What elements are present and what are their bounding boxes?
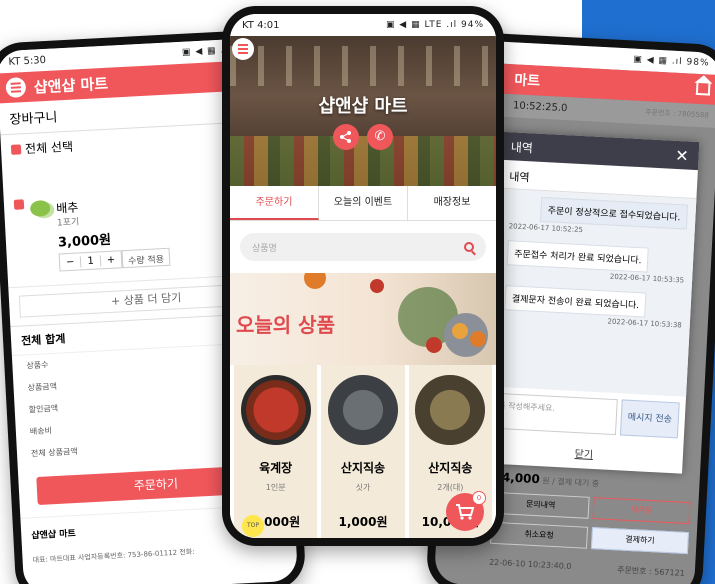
- product-card[interactable]: 육계장 1인분 7,000원 TOP: [234, 365, 318, 538]
- fruit-decoration: [304, 273, 326, 289]
- item-unit: 1포기: [56, 217, 80, 229]
- message-item: 결제문자 전송이 완료 되었습니다. 2022-06-17 10:53:38: [500, 285, 684, 329]
- status-carrier-time: KT 5:30: [8, 54, 47, 68]
- tab-order[interactable]: 주문하기: [230, 186, 319, 220]
- footer-business-info: 대표: 마트대표 사업자등록번호: 753-86-01112 전화:: [32, 547, 195, 565]
- product-option: 1인분: [265, 483, 286, 492]
- cancel-request-button[interactable]: 취소요청: [490, 521, 589, 549]
- app-title: 샵앤샵 마트: [33, 74, 109, 97]
- order-number: 주문번호 : 567121: [616, 565, 686, 578]
- close-icon[interactable]: ✕: [675, 145, 689, 165]
- product-name: 산지직송: [428, 461, 473, 475]
- product-card[interactable]: 산지직송 2개(대) 10,000원 0: [408, 365, 492, 538]
- cart-icon: [455, 504, 475, 520]
- product-option: 싯가: [355, 483, 371, 492]
- order-number: 주문번호 : 7805588: [644, 108, 709, 120]
- order-date: 22-06-10 10:23:40.0: [488, 557, 572, 571]
- order-status: 원 / 결제 대기 중: [539, 476, 600, 489]
- banner-title: 오늘의 상품: [236, 313, 335, 337]
- fruit-decoration: [370, 279, 384, 293]
- product-list: 육계장 1인분 7,000원 TOP 산지직송 싯가 1,000원 산지직송 2…: [230, 365, 496, 538]
- status-icons: ▣ ◀ ▦ .ıl 98%: [633, 54, 710, 69]
- search-icon[interactable]: [464, 242, 474, 252]
- qty-plus-button[interactable]: +: [101, 254, 122, 266]
- fruit-decoration: [452, 323, 468, 339]
- cabbage-icon: [29, 199, 51, 217]
- hero-actions: ✆: [230, 124, 496, 150]
- reorder-button[interactable]: 재주문: [592, 497, 691, 525]
- select-all-label: 전체 선택: [24, 139, 74, 157]
- order-time: 10:52:25.0: [512, 100, 568, 115]
- menu-icon[interactable]: [5, 77, 27, 99]
- today-products-banner: 오늘의 상품: [230, 273, 496, 365]
- tab-store-info[interactable]: 매장정보: [408, 186, 496, 220]
- status-carrier-time: KT 4:01: [242, 19, 280, 31]
- product-image: [240, 375, 311, 445]
- fruit-decoration: [470, 331, 486, 347]
- phone-icon[interactable]: ✆: [367, 124, 393, 150]
- status-bar: KT 4:01 ▣ ◀ ▦ LTE .ıl 94%: [230, 14, 496, 36]
- message-list: 주문이 정상적으로 접수되었습니다. 2022-06-17 10:52:25 주…: [488, 188, 697, 397]
- pay-button[interactable]: 결제하기: [590, 527, 689, 555]
- product-price: 1,000원: [338, 515, 388, 529]
- item-price: 3,000원: [57, 232, 112, 251]
- product-image: [415, 375, 486, 445]
- store-title: 샵앤샵 마트: [318, 96, 408, 117]
- item-checkbox[interactable]: [13, 199, 25, 210]
- tab-events[interactable]: 오늘의 이벤트: [319, 186, 408, 220]
- message-item: 주문이 정상적으로 접수되었습니다. 2022-06-17 10:52:25: [505, 195, 689, 239]
- scroll-top-button[interactable]: TOP: [242, 515, 264, 537]
- status-icons: ▣ ◀ ▦ LTE .ıl 94%: [385, 20, 484, 30]
- app-title: 마트: [513, 72, 541, 90]
- qty-value[interactable]: 1: [80, 254, 102, 267]
- product-image: [327, 375, 398, 445]
- search-input[interactable]: 상품명: [252, 241, 277, 254]
- cart-count-badge: 0: [471, 491, 486, 505]
- send-message-button[interactable]: 메시지 전송: [619, 399, 680, 439]
- qty-apply-button[interactable]: 수량 적용: [121, 247, 171, 269]
- modal-title: 내역: [510, 139, 534, 155]
- phone-store-home-screen: KT 4:01 ▣ ◀ ▦ LTE .ıl 94% 샵앤샵 마트 ✆ 주문하기 …: [222, 6, 504, 546]
- menu-icon[interactable]: [232, 38, 254, 60]
- cart-button[interactable]: 0: [445, 491, 486, 531]
- message-item: 주문접수 처리가 완료 되었습니다. 2022-06-17 10:53:35: [502, 240, 686, 284]
- quantity-stepper: − 1 +: [58, 250, 123, 272]
- product-name: 산지직송: [340, 461, 386, 475]
- home-icon[interactable]: [695, 82, 711, 96]
- store-hero-banner: 샵앤샵 마트 ✆: [230, 36, 496, 186]
- inquiry-history-button[interactable]: 문의내역: [491, 491, 590, 519]
- select-all-checkbox[interactable]: [10, 143, 22, 155]
- share-icon[interactable]: [333, 124, 359, 150]
- message-history-modal: 내역 ✕ 내역 주문이 정상적으로 접수되었습니다. 2022-06-17 10…: [484, 131, 700, 474]
- hero-background: [230, 46, 496, 86]
- message-input[interactable]: 를 작성해주세요.: [492, 392, 618, 436]
- product-card[interactable]: 산지직송 싯가 1,000원: [321, 365, 405, 538]
- fruit-decoration: [426, 337, 442, 353]
- store-home-screen: KT 4:01 ▣ ◀ ▦ LTE .ıl 94% 샵앤샵 마트 ✆ 주문하기 …: [230, 14, 496, 538]
- search-bar[interactable]: 상품명: [240, 233, 486, 261]
- product-name: 육계장: [259, 461, 293, 475]
- qty-minus-button[interactable]: −: [60, 256, 81, 268]
- main-tabs: 주문하기 오늘의 이벤트 매장정보: [230, 186, 496, 221]
